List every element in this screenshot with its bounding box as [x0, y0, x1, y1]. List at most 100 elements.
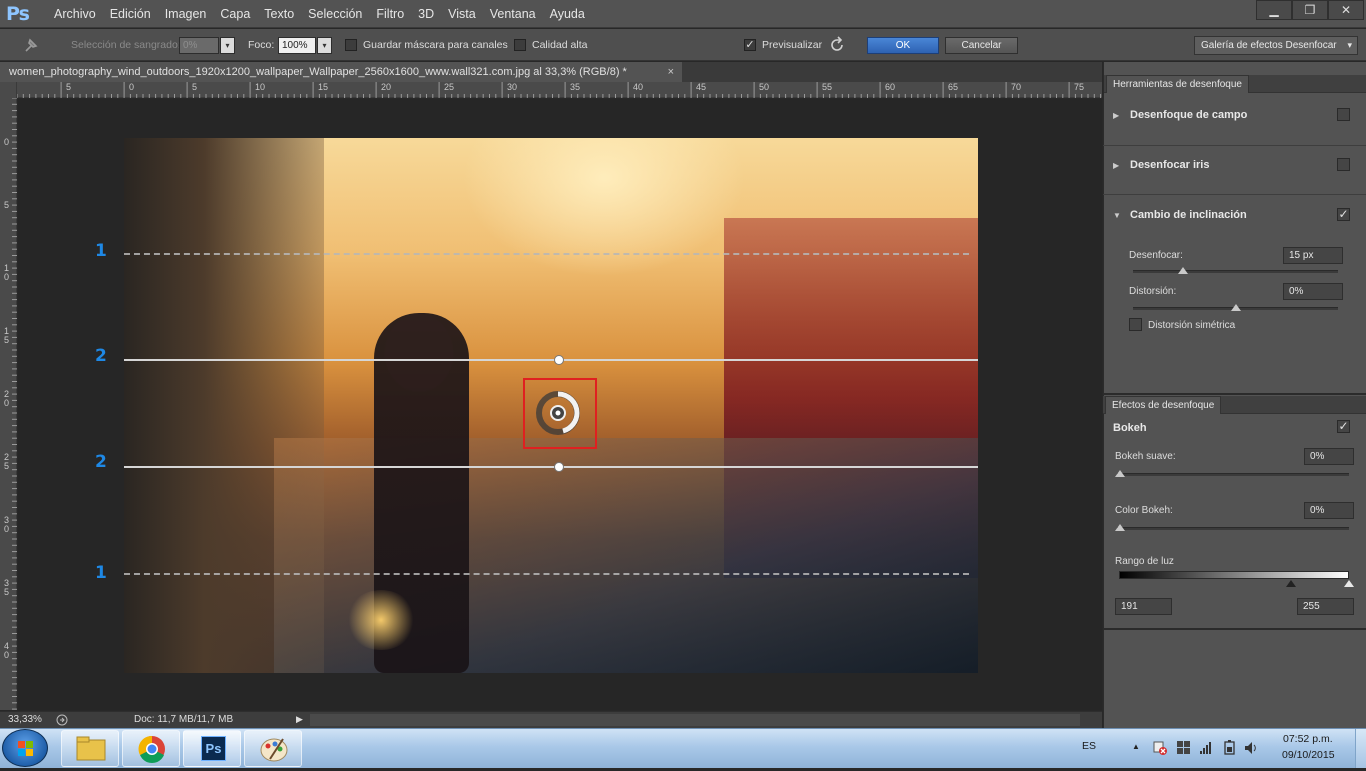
calidad-alta-checkbox[interactable]: [514, 39, 526, 51]
gallery-workspace-label: Galería de efectos Desenfocar: [1201, 40, 1337, 51]
field-blur-expand-icon[interactable]: ▶: [1113, 111, 1119, 120]
cancel-button[interactable]: Cancelar: [945, 37, 1018, 54]
language-indicator[interactable]: ES: [1082, 740, 1096, 752]
status-share-icon[interactable]: [56, 714, 68, 726]
tilt-fade-line-top[interactable]: [124, 253, 969, 255]
iris-blur-checkbox[interactable]: [1337, 158, 1350, 171]
clock-date[interactable]: 09/10/2015: [1282, 749, 1335, 761]
rango-luz-min-thumb[interactable]: [1286, 580, 1296, 587]
tilt-rotate-handle-top[interactable]: [554, 355, 564, 365]
windows-update-icon[interactable]: [1176, 740, 1192, 756]
blur-pin-icon[interactable]: [533, 388, 583, 438]
tilt-rotate-handle-bottom[interactable]: [554, 462, 564, 472]
bokeh-checkbox[interactable]: ✓: [1337, 420, 1350, 433]
guardar-mascara-checkbox[interactable]: [345, 39, 357, 51]
clock-time[interactable]: 07:52 p.m.: [1283, 733, 1333, 745]
desenfocar-slider-track[interactable]: [1133, 270, 1338, 273]
menu-ventana[interactable]: Ventana: [483, 0, 543, 28]
taskbar-explorer[interactable]: [61, 730, 119, 767]
action-center-flag-icon[interactable]: [1152, 740, 1168, 756]
network-signal-icon[interactable]: [1199, 740, 1215, 756]
menu-vista[interactable]: Vista: [441, 0, 483, 28]
field-blur-checkbox[interactable]: [1337, 108, 1350, 121]
iris-blur-expand-icon[interactable]: ▶: [1113, 161, 1119, 170]
menu-filtro[interactable]: Filtro: [369, 0, 411, 28]
tray-expand-icon[interactable]: ▲: [1129, 740, 1143, 754]
gallery-workspace-select[interactable]: Galería de efectos Desenfocar ▾: [1194, 36, 1358, 55]
panel-divider: [1103, 628, 1366, 630]
horizontal-scrollbar[interactable]: [310, 714, 1080, 726]
tilt-shift-collapse-icon[interactable]: ▼: [1113, 211, 1121, 220]
ruler-top-label: 15: [318, 82, 329, 92]
show-desktop-button[interactable]: [1355, 729, 1366, 768]
ruler-left-label: 3 5: [4, 578, 10, 597]
color-bokeh-slider-track[interactable]: [1117, 527, 1349, 530]
desenfocar-slider-thumb[interactable]: [1178, 267, 1188, 274]
document-tab[interactable]: women_photography_wind_outdoors_1920x120…: [0, 62, 682, 82]
ruler-left-label: 1 5: [4, 326, 10, 345]
distorsion-slider-thumb[interactable]: [1231, 304, 1241, 311]
battery-plug-icon[interactable]: [1222, 739, 1238, 756]
close-window-button[interactable]: ✕: [1328, 0, 1364, 20]
distorsion-input[interactable]: 0%: [1283, 283, 1343, 300]
menu-archivo[interactable]: Archivo: [47, 0, 103, 28]
ruler-top-label: 50: [759, 82, 770, 92]
ruler-top-label: 60: [885, 82, 896, 92]
divider: [1103, 194, 1366, 195]
previsualizar-checkbox[interactable]: ✓: [744, 39, 756, 51]
seleccion-sangrado-dropdown[interactable]: ▾: [220, 37, 235, 54]
distorsion-simetrica-checkbox[interactable]: [1129, 318, 1142, 331]
menu-capa[interactable]: Capa: [213, 0, 257, 28]
close-icon[interactable]: ×: [668, 62, 674, 82]
rango-luz-gradient[interactable]: [1119, 571, 1349, 579]
bokeh-suave-input[interactable]: 0%: [1304, 448, 1354, 465]
tilt-focus-line-bottom[interactable]: [124, 466, 978, 468]
menu-edicion[interactable]: Edición: [103, 0, 158, 28]
taskbar-photoshop[interactable]: Ps: [183, 730, 241, 767]
restore-button[interactable]: ❐: [1292, 0, 1328, 20]
status-menu-arrow[interactable]: ▶: [296, 714, 303, 725]
zoom-level[interactable]: 33,33%: [8, 714, 42, 725]
ruler-left-label: 2 0: [4, 389, 10, 408]
rango-luz-max-thumb[interactable]: [1344, 580, 1354, 587]
menu-imagen[interactable]: Imagen: [158, 0, 214, 28]
reset-pins-icon[interactable]: [828, 36, 848, 54]
taskbar-paint[interactable]: [244, 730, 302, 767]
ok-button[interactable]: OK: [867, 37, 939, 54]
zone-label-2-bottom: 2: [95, 452, 107, 472]
field-blur-title[interactable]: Desenfoque de campo: [1130, 109, 1247, 121]
bokeh-suave-slider-thumb[interactable]: [1115, 470, 1125, 477]
tilt-focus-line-top[interactable]: [124, 359, 978, 361]
menu-items: Archivo Edición Imagen Capa Texto Selecc…: [47, 0, 592, 28]
tilt-shift-checkbox[interactable]: ✓: [1337, 208, 1350, 221]
tilt-fade-line-bottom[interactable]: [124, 573, 969, 575]
seleccion-sangrado-input[interactable]: 0%: [179, 37, 219, 54]
menu-3d[interactable]: 3D: [411, 0, 441, 28]
volume-icon[interactable]: [1243, 740, 1259, 756]
distorsion-label: Distorsión:: [1129, 286, 1177, 297]
ruler-top-label: 20: [381, 82, 392, 92]
blur-tools-tab[interactable]: Herramientas de desenfoque: [1106, 75, 1249, 93]
menu-ayuda[interactable]: Ayuda: [543, 0, 592, 28]
blur-effects-tab[interactable]: Efectos de desenfoque: [1105, 396, 1222, 414]
desenfocar-input[interactable]: 15 px: [1283, 247, 1343, 264]
color-bokeh-input[interactable]: 0%: [1304, 502, 1354, 519]
start-button[interactable]: [2, 729, 48, 767]
ruler-top[interactable]: 5 0 5 10 15 20 25 30 35 40 45 50 55 60 65 70 75: [17, 82, 1102, 98]
foco-input[interactable]: 100%: [278, 37, 316, 54]
ruler-left[interactable]: 0 5 1 0 1 5 2 0 2 5 3 0 3 5 4 0: [0, 98, 17, 710]
menu-seleccion[interactable]: Selección: [301, 0, 369, 28]
bokeh-suave-label: Bokeh suave:: [1115, 451, 1176, 462]
foco-dropdown[interactable]: ▾: [317, 37, 332, 54]
ruler-left-label: 2 5: [4, 452, 10, 471]
menu-texto[interactable]: Texto: [257, 0, 301, 28]
bokeh-suave-slider-track[interactable]: [1117, 473, 1349, 476]
iris-blur-title[interactable]: Desenfocar iris: [1130, 159, 1209, 171]
taskbar-chrome[interactable]: [122, 730, 180, 767]
rango-luz-max-input[interactable]: 255: [1297, 598, 1354, 615]
tilt-shift-title[interactable]: Cambio de inclinación: [1130, 209, 1247, 221]
minimize-button[interactable]: ▁: [1256, 0, 1292, 20]
rango-luz-min-input[interactable]: 191: [1115, 598, 1172, 615]
pin-tool-icon[interactable]: [22, 36, 42, 54]
color-bokeh-slider-thumb[interactable]: [1115, 524, 1125, 531]
